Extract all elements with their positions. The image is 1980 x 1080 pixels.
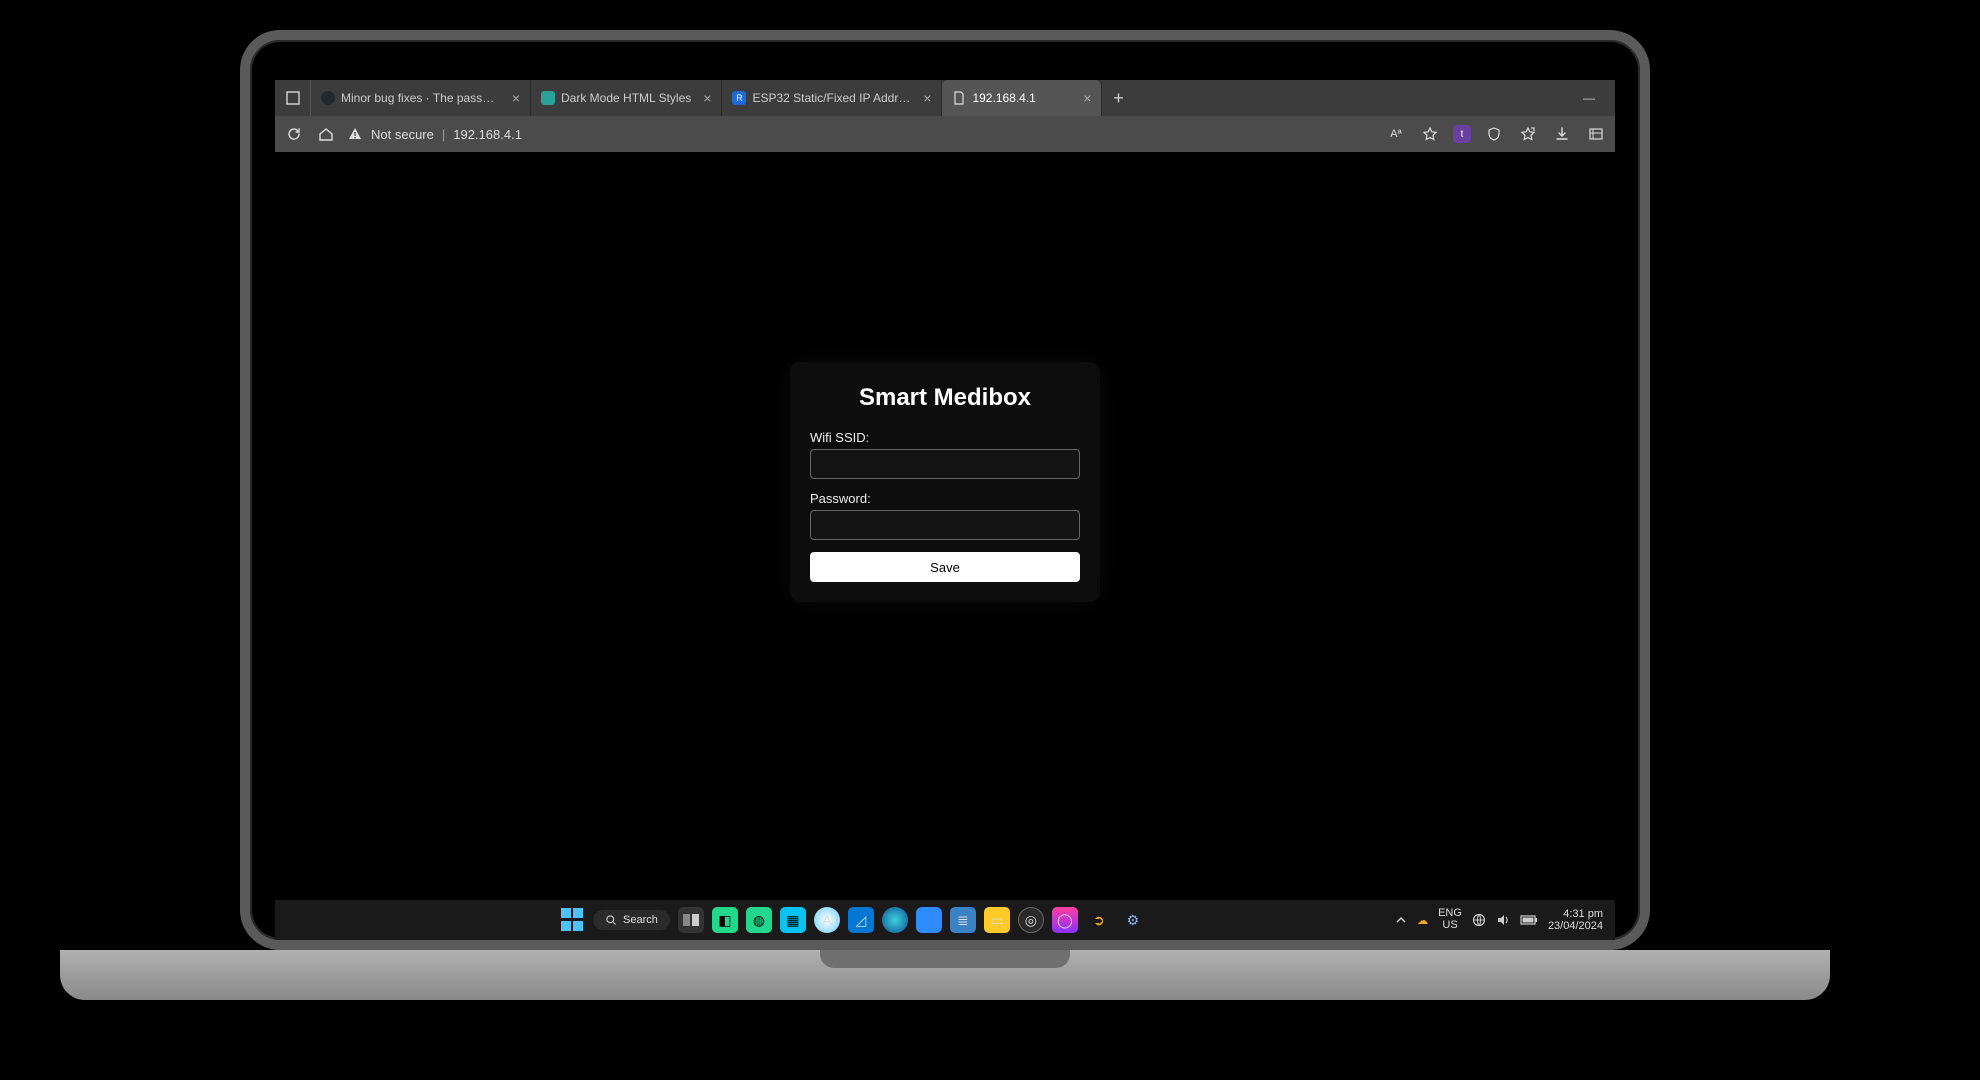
time-text: 4:31 pm <box>1548 908 1603 920</box>
system-tray: ☁ ENG US 4:31 pm 23/04/2024 <box>1395 908 1607 932</box>
search-label: Search <box>623 914 658 926</box>
start-button[interactable] <box>561 908 585 932</box>
language-indicator[interactable]: ENG US <box>1438 908 1462 931</box>
tab-label: 192.168.4.1 <box>972 91 1035 105</box>
refresh-icon[interactable] <box>283 123 305 145</box>
close-icon[interactable]: × <box>917 90 931 106</box>
app-zoom-icon[interactable] <box>916 907 942 933</box>
browser-tabbar: Minor bug fixes · The password × Dark Mo… <box>275 80 1615 116</box>
extension-icon[interactable]: t <box>1453 125 1471 143</box>
app-webstorm-icon[interactable]: ▦ <box>780 907 806 933</box>
search-icon <box>605 914 617 926</box>
page-viewport: Smart Medibox Wifi SSID: Password: Save <box>275 152 1615 900</box>
new-tab-button[interactable]: + <box>1102 80 1134 116</box>
password-label: Password: <box>810 491 1080 506</box>
shield-icon[interactable] <box>1483 123 1505 145</box>
save-button[interactable]: Save <box>810 552 1080 582</box>
laptop-frame: Minor bug fixes · The password × Dark Mo… <box>240 30 1650 950</box>
not-secure-label: Not secure <box>371 127 434 142</box>
tab-4-active[interactable]: 192.168.4.1 × <box>942 80 1102 116</box>
app-explorer-icon[interactable]: ▭ <box>984 907 1010 933</box>
date-text: 23/04/2024 <box>1548 920 1603 932</box>
favicon-icon: R <box>732 91 746 105</box>
tab-label: Dark Mode HTML Styles <box>561 91 691 105</box>
home-icon[interactable] <box>315 123 337 145</box>
app-clion-icon[interactable]: ◍ <box>746 907 772 933</box>
app-store-icon[interactable]: A <box>814 907 840 933</box>
close-icon[interactable]: × <box>506 90 520 106</box>
network-icon[interactable] <box>1472 913 1486 927</box>
tab-label: Minor bug fixes · The password <box>341 91 500 105</box>
app-edge-icon[interactable] <box>882 907 908 933</box>
windows-taskbar: Search ◧ ◍ ▦ A ◿ ≣ ▭ ◎ ◯ ➲ ⚙ ☁ <box>275 900 1615 940</box>
laptop-notch <box>820 950 1070 968</box>
download-icon[interactable] <box>1551 123 1573 145</box>
warning-icon <box>347 126 363 142</box>
app-vscode-icon[interactable]: ◿ <box>848 907 874 933</box>
app-orange-icon[interactable]: ➲ <box>1086 907 1112 933</box>
volume-icon[interactable] <box>1496 913 1510 927</box>
star-icon[interactable] <box>1419 123 1441 145</box>
tray-chevron-icon[interactable] <box>1395 914 1407 926</box>
favicon-icon <box>541 91 555 105</box>
wifi-config-card: Smart Medibox Wifi SSID: Password: Save <box>790 362 1100 602</box>
page-title: Smart Medibox <box>810 384 1080 412</box>
app-obs-icon[interactable]: ◎ <box>1018 907 1044 933</box>
addressbar-actions: Aª t <box>1385 123 1607 145</box>
github-icon <box>321 91 335 105</box>
tab-actions-icon[interactable] <box>275 80 311 116</box>
tab-3[interactable]: R ESP32 Static/Fixed IP Address | R × <box>722 80 942 116</box>
taskbar-search[interactable]: Search <box>593 910 670 930</box>
app-pycharm-icon[interactable]: ◧ <box>712 907 738 933</box>
ssid-input[interactable] <box>810 449 1080 479</box>
page-icon <box>952 91 966 105</box>
clock[interactable]: 4:31 pm 23/04/2024 <box>1548 908 1607 932</box>
app-settings-icon[interactable]: ⚙ <box>1120 907 1146 933</box>
app-pink-icon[interactable]: ◯ <box>1052 907 1078 933</box>
app-notes-icon[interactable]: ≣ <box>950 907 976 933</box>
window-controls: — <box>1571 80 1615 116</box>
battery-icon[interactable] <box>1520 914 1538 926</box>
password-input[interactable] <box>810 510 1080 540</box>
favorites-icon[interactable] <box>1517 123 1539 145</box>
tab-1[interactable]: Minor bug fixes · The password × <box>311 80 531 116</box>
url-text: 192.168.4.1 <box>453 127 522 142</box>
tab-label: ESP32 Static/Fixed IP Address | R <box>752 91 911 105</box>
app-menu-icon[interactable] <box>1585 123 1607 145</box>
ssid-label: Wifi SSID: <box>810 430 1080 445</box>
taskview-icon[interactable] <box>678 907 704 933</box>
close-icon[interactable]: × <box>1077 90 1091 106</box>
screen: Minor bug fixes · The password × Dark Mo… <box>275 80 1615 940</box>
tab-2[interactable]: Dark Mode HTML Styles × <box>531 80 722 116</box>
browser-addressbar: Not secure | 192.168.4.1 Aª t <box>275 116 1615 152</box>
tray-cloud-icon[interactable]: ☁ <box>1417 914 1428 927</box>
minimize-button[interactable]: — <box>1571 91 1607 105</box>
reader-mode-icon[interactable]: Aª <box>1385 123 1407 145</box>
url-zone[interactable]: Not secure | 192.168.4.1 <box>347 126 1375 142</box>
close-icon[interactable]: × <box>697 90 711 106</box>
separator: | <box>442 127 445 142</box>
